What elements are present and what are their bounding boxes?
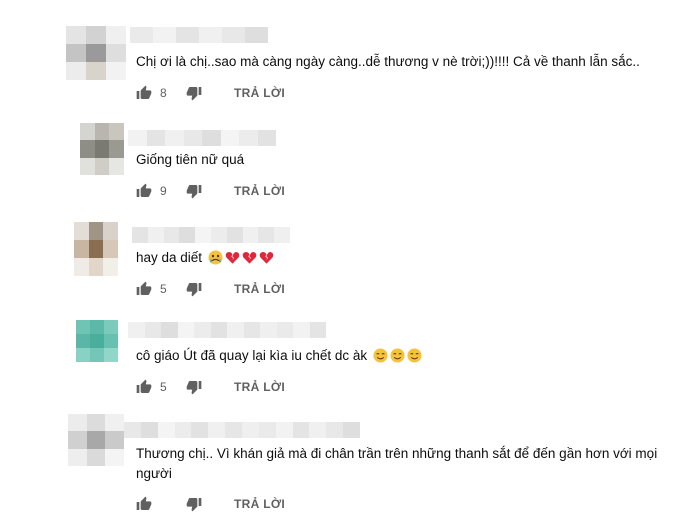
avatar[interactable]: [74, 222, 118, 276]
reply-button[interactable]: TRẢ LỜI: [234, 380, 285, 394]
author-name-pixelated[interactable]: [132, 227, 290, 243]
comment-text: Chị ơi là chị..sao mà càng ngày càng..dễ…: [136, 54, 640, 69]
crying-emoji: [206, 250, 223, 265]
thumbs-up-icon[interactable]: [136, 281, 152, 297]
like-count: 9: [160, 184, 167, 198]
comment-actions: TRẢ LỜI: [136, 494, 285, 514]
thumbs-up-icon[interactable]: [136, 183, 152, 199]
avatar[interactable]: [80, 123, 124, 175]
smile-emoji: [388, 348, 405, 363]
like-count: 5: [160, 380, 167, 394]
thumbs-down-icon[interactable]: [186, 281, 202, 297]
comment-actions: 9 TRẢ LỜI: [136, 181, 285, 201]
reply-button[interactable]: TRẢ LỜI: [234, 282, 285, 296]
author-name-pixelated[interactable]: [128, 322, 326, 338]
broken-heart-emoji: [240, 250, 257, 265]
author-name-pixelated[interactable]: [124, 422, 361, 438]
comment-text: hay da diết: [136, 248, 681, 268]
reply-button[interactable]: TRẢ LỜI: [234, 497, 285, 511]
comment-actions: 8 TRẢ LỜI: [136, 83, 285, 103]
comment-actions: 5 TRẢ LỜI: [136, 377, 285, 397]
author-name-pixelated[interactable]: [128, 130, 276, 146]
like-count: 8: [160, 86, 167, 100]
comment-text: Thương chị.. Vì khán giả mà đi chân trần…: [136, 446, 658, 481]
thumbs-up-icon[interactable]: [136, 379, 152, 395]
smile-emoji: [405, 348, 422, 363]
comment-actions: 5 TRẢ LỜI: [136, 279, 285, 299]
thumbs-down-icon[interactable]: [186, 85, 202, 101]
comment-text: cô giáo Út đã quay lại kìa iu chết dc àk: [136, 346, 681, 366]
broken-heart-emoji: [257, 250, 274, 265]
like-count: 5: [160, 282, 167, 296]
comment-text: Giống tiên nữ quá: [136, 152, 245, 167]
thumbs-down-icon[interactable]: [186, 379, 202, 395]
broken-heart-emoji: [223, 250, 240, 265]
smile-emoji: [371, 348, 388, 363]
thumbs-down-icon[interactable]: [186, 183, 202, 199]
avatar[interactable]: [66, 26, 126, 80]
emoji-group: [206, 250, 274, 265]
avatar[interactable]: [76, 320, 118, 362]
emoji-group: [371, 348, 422, 363]
thumbs-up-icon[interactable]: [136, 496, 152, 512]
avatar[interactable]: [68, 414, 124, 466]
author-name-pixelated[interactable]: [130, 27, 268, 43]
thumbs-up-icon[interactable]: [136, 85, 152, 101]
reply-button[interactable]: TRẢ LỜI: [234, 184, 285, 198]
thumbs-down-icon[interactable]: [186, 496, 202, 512]
reply-button[interactable]: TRẢ LỜI: [234, 86, 285, 100]
